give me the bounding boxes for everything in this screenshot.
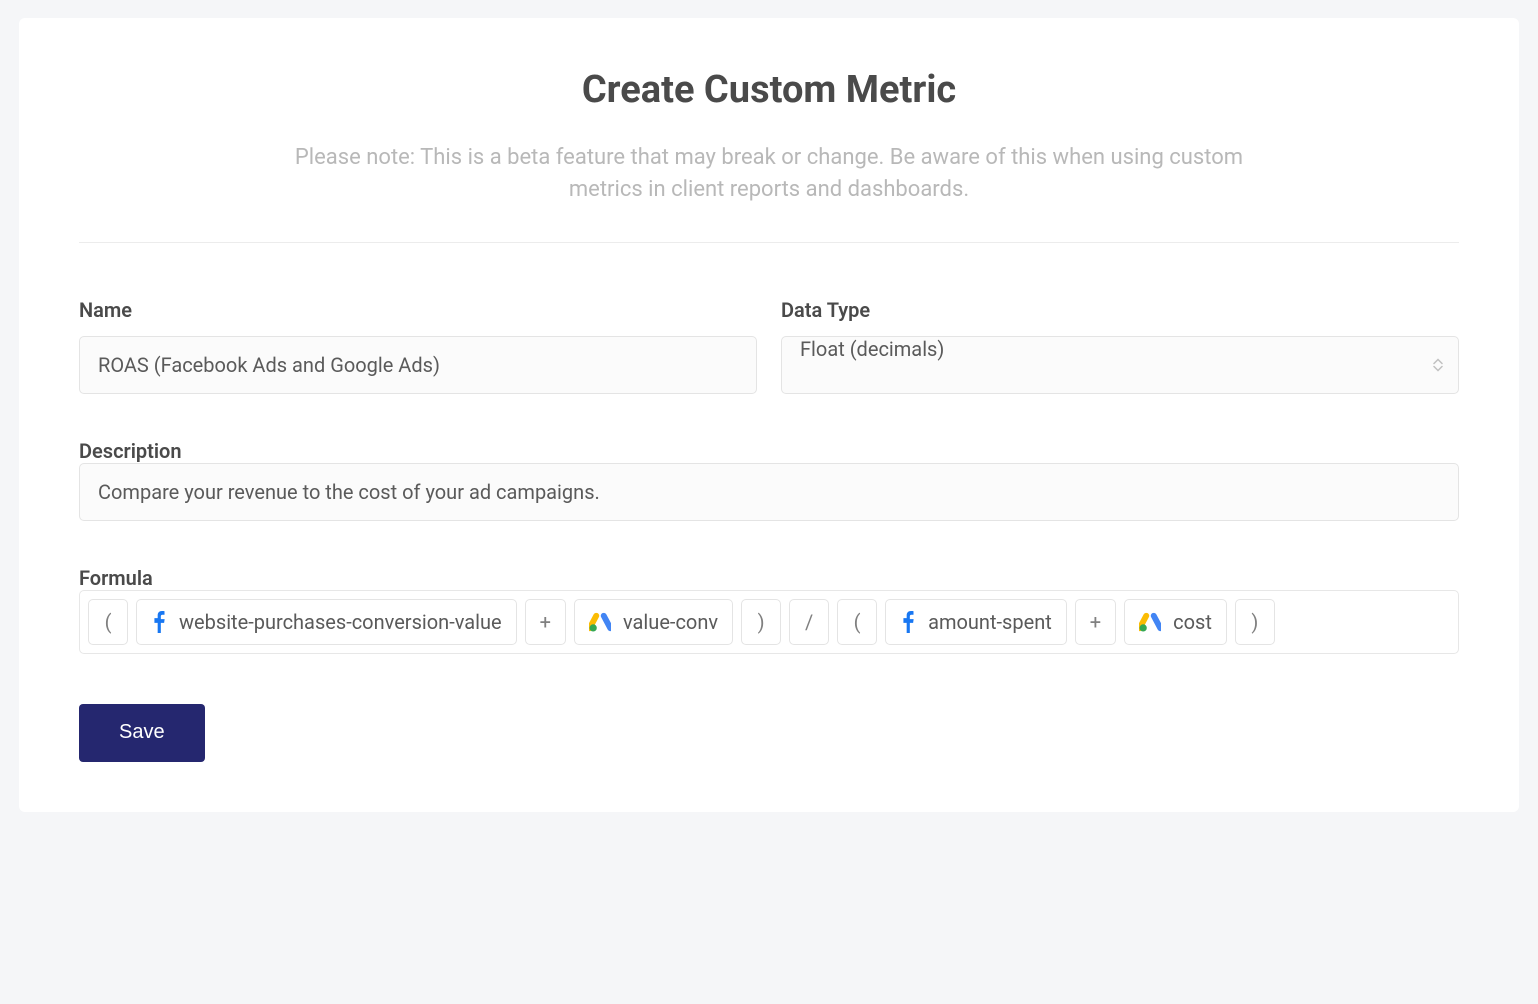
- formula-label: Formula: [79, 566, 153, 590]
- datatype-field-group: Data Type Float (decimals): [781, 298, 1459, 394]
- formula-token-plus[interactable]: +: [1075, 599, 1116, 645]
- divider: [79, 242, 1459, 243]
- formula-token-paren-close[interactable]: ): [1235, 599, 1275, 645]
- formula-token-label: value-conv: [623, 610, 718, 634]
- description-field-group: Description: [79, 439, 1459, 521]
- save-button[interactable]: Save: [79, 704, 205, 762]
- formula-token-paren-open[interactable]: (: [837, 599, 877, 645]
- page-title: Create Custom Metric: [79, 68, 1459, 112]
- facebook-icon: [900, 610, 916, 634]
- name-type-row: Name Data Type Float (decimals): [79, 298, 1459, 394]
- formula-token-gads-cost[interactable]: cost: [1124, 599, 1227, 645]
- facebook-icon: [151, 610, 167, 634]
- formula-token-plus[interactable]: +: [525, 599, 566, 645]
- formula-token-label: amount-spent: [928, 610, 1052, 634]
- formula-token-fb-conversion-value[interactable]: website-purchases-conversion-value: [136, 599, 517, 645]
- formula-field-group: Formula ( website-purchases-conversion-v…: [79, 566, 1459, 654]
- formula-token-paren-close[interactable]: ): [741, 599, 781, 645]
- name-field-group: Name: [79, 298, 757, 394]
- datatype-select-wrap: Float (decimals): [781, 336, 1459, 394]
- datatype-label: Data Type: [781, 298, 1459, 322]
- formula-token-gads-value-conv[interactable]: value-conv: [574, 599, 733, 645]
- formula-token-fb-amount-spent[interactable]: amount-spent: [885, 599, 1067, 645]
- formula-token-label: cost: [1173, 610, 1212, 634]
- datatype-select[interactable]: Float (decimals): [781, 336, 1459, 394]
- formula-token-divide[interactable]: /: [789, 599, 829, 645]
- formula-token-label: website-purchases-conversion-value: [179, 610, 502, 634]
- create-metric-card: Create Custom Metric Please note: This i…: [19, 18, 1519, 812]
- formula-token-paren-open[interactable]: (: [88, 599, 128, 645]
- google-ads-icon: [589, 612, 611, 632]
- name-label: Name: [79, 298, 757, 322]
- google-ads-icon: [1139, 612, 1161, 632]
- beta-warning: Please note: This is a beta feature that…: [279, 142, 1259, 206]
- formula-builder[interactable]: ( website-purchases-conversion-value + v…: [79, 590, 1459, 654]
- name-input[interactable]: [79, 336, 757, 394]
- description-label: Description: [79, 439, 182, 463]
- description-input[interactable]: [79, 463, 1459, 521]
